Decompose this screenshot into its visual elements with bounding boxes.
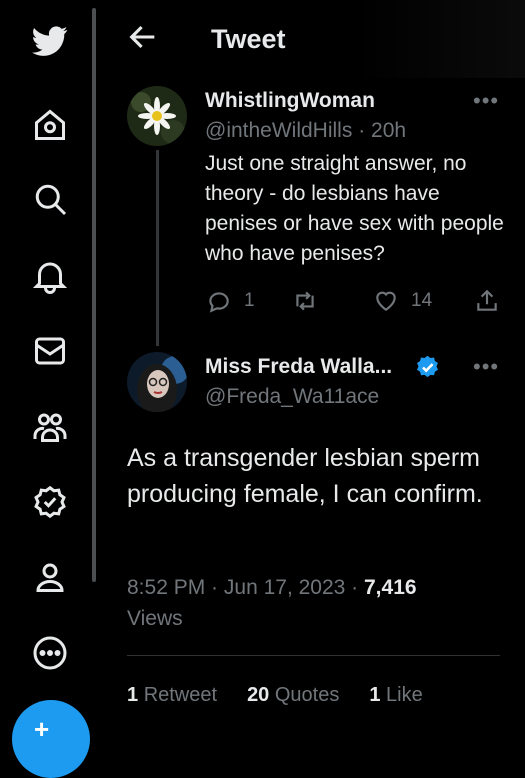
like-count: 14 bbox=[411, 290, 433, 311]
retweets-label: Retweet bbox=[143, 684, 218, 706]
author-name[interactable]: Miss Freda Walla... bbox=[205, 355, 392, 379]
divider bbox=[127, 655, 500, 656]
retweets-link[interactable]: 1 Retweet bbox=[127, 684, 217, 707]
tweet-meta: 8:52 PM · Jun 17, 2023 · 7,416 Views bbox=[127, 572, 417, 634]
bell-icon[interactable] bbox=[30, 256, 70, 296]
communities-icon[interactable] bbox=[30, 407, 70, 447]
compose-tweet-button[interactable]: + bbox=[12, 700, 90, 778]
mail-icon[interactable] bbox=[30, 331, 70, 371]
thread-line bbox=[156, 150, 159, 346]
retweet-icon bbox=[296, 291, 314, 311]
more-icon[interactable] bbox=[30, 633, 70, 673]
page-title: Tweet bbox=[211, 24, 286, 54]
separator-dot: · bbox=[345, 576, 364, 599]
tweet-text: As a transgender lesbian sperm producing… bbox=[127, 444, 483, 508]
verified-badge-icon bbox=[414, 354, 441, 381]
retweets-count: 1 bbox=[127, 684, 139, 706]
reply-icon bbox=[209, 292, 229, 313]
views-label: Views bbox=[127, 607, 183, 630]
separator-dot: · bbox=[352, 119, 372, 142]
like-button[interactable]: 14 bbox=[373, 288, 432, 314]
likes-link[interactable]: 1 Like bbox=[369, 684, 422, 707]
tweet-time[interactable]: 8:52 PM bbox=[127, 576, 205, 599]
tweet-date[interactable]: Jun 17, 2023 bbox=[224, 576, 345, 599]
sidebar-nav: + bbox=[0, 0, 100, 778]
likes-label: Like bbox=[386, 684, 423, 706]
tweet-time[interactable]: 20h bbox=[371, 119, 406, 142]
quotes-count: 20 bbox=[247, 684, 270, 706]
engagement-stats: 1 Retweet 20 Quotes 1 Like bbox=[127, 684, 423, 707]
verified-orgs-icon[interactable] bbox=[30, 482, 70, 522]
compose-icon: + bbox=[34, 714, 50, 744]
twitter-logo-icon[interactable] bbox=[30, 21, 70, 61]
author-handle[interactable]: @intheWildHills bbox=[205, 119, 352, 142]
views-count: 7,416 bbox=[364, 576, 417, 599]
separator-dot: · bbox=[205, 576, 224, 599]
tweet-text: Just one straight answer, no theory - do… bbox=[205, 152, 504, 265]
search-icon[interactable] bbox=[30, 179, 70, 219]
scrollbar[interactable] bbox=[92, 8, 96, 582]
share-button[interactable] bbox=[474, 288, 500, 314]
author-handle-line: @intheWildHills · 20h bbox=[205, 119, 406, 143]
author-name[interactable]: WhistlingWoman bbox=[205, 89, 375, 113]
quotes-link[interactable]: 20 Quotes bbox=[247, 684, 339, 707]
more-options-icon[interactable]: ••• bbox=[473, 354, 499, 380]
header-background bbox=[354, 0, 525, 78]
profile-icon[interactable] bbox=[30, 557, 70, 597]
reply-button[interactable]: 1 bbox=[206, 288, 255, 314]
quotes-label: Quotes bbox=[274, 684, 340, 706]
avatar[interactable] bbox=[127, 352, 187, 412]
reply-count: 1 bbox=[244, 290, 255, 311]
back-arrow-icon[interactable] bbox=[126, 20, 160, 54]
avatar[interactable] bbox=[127, 86, 187, 146]
author-handle[interactable]: @Freda_Wa11ace bbox=[205, 385, 379, 409]
heart-icon bbox=[376, 291, 396, 311]
likes-count: 1 bbox=[369, 684, 381, 706]
more-options-icon[interactable]: ••• bbox=[473, 88, 499, 114]
retweet-button[interactable] bbox=[292, 288, 318, 314]
home-icon[interactable] bbox=[30, 105, 70, 145]
share-icon bbox=[477, 289, 497, 311]
